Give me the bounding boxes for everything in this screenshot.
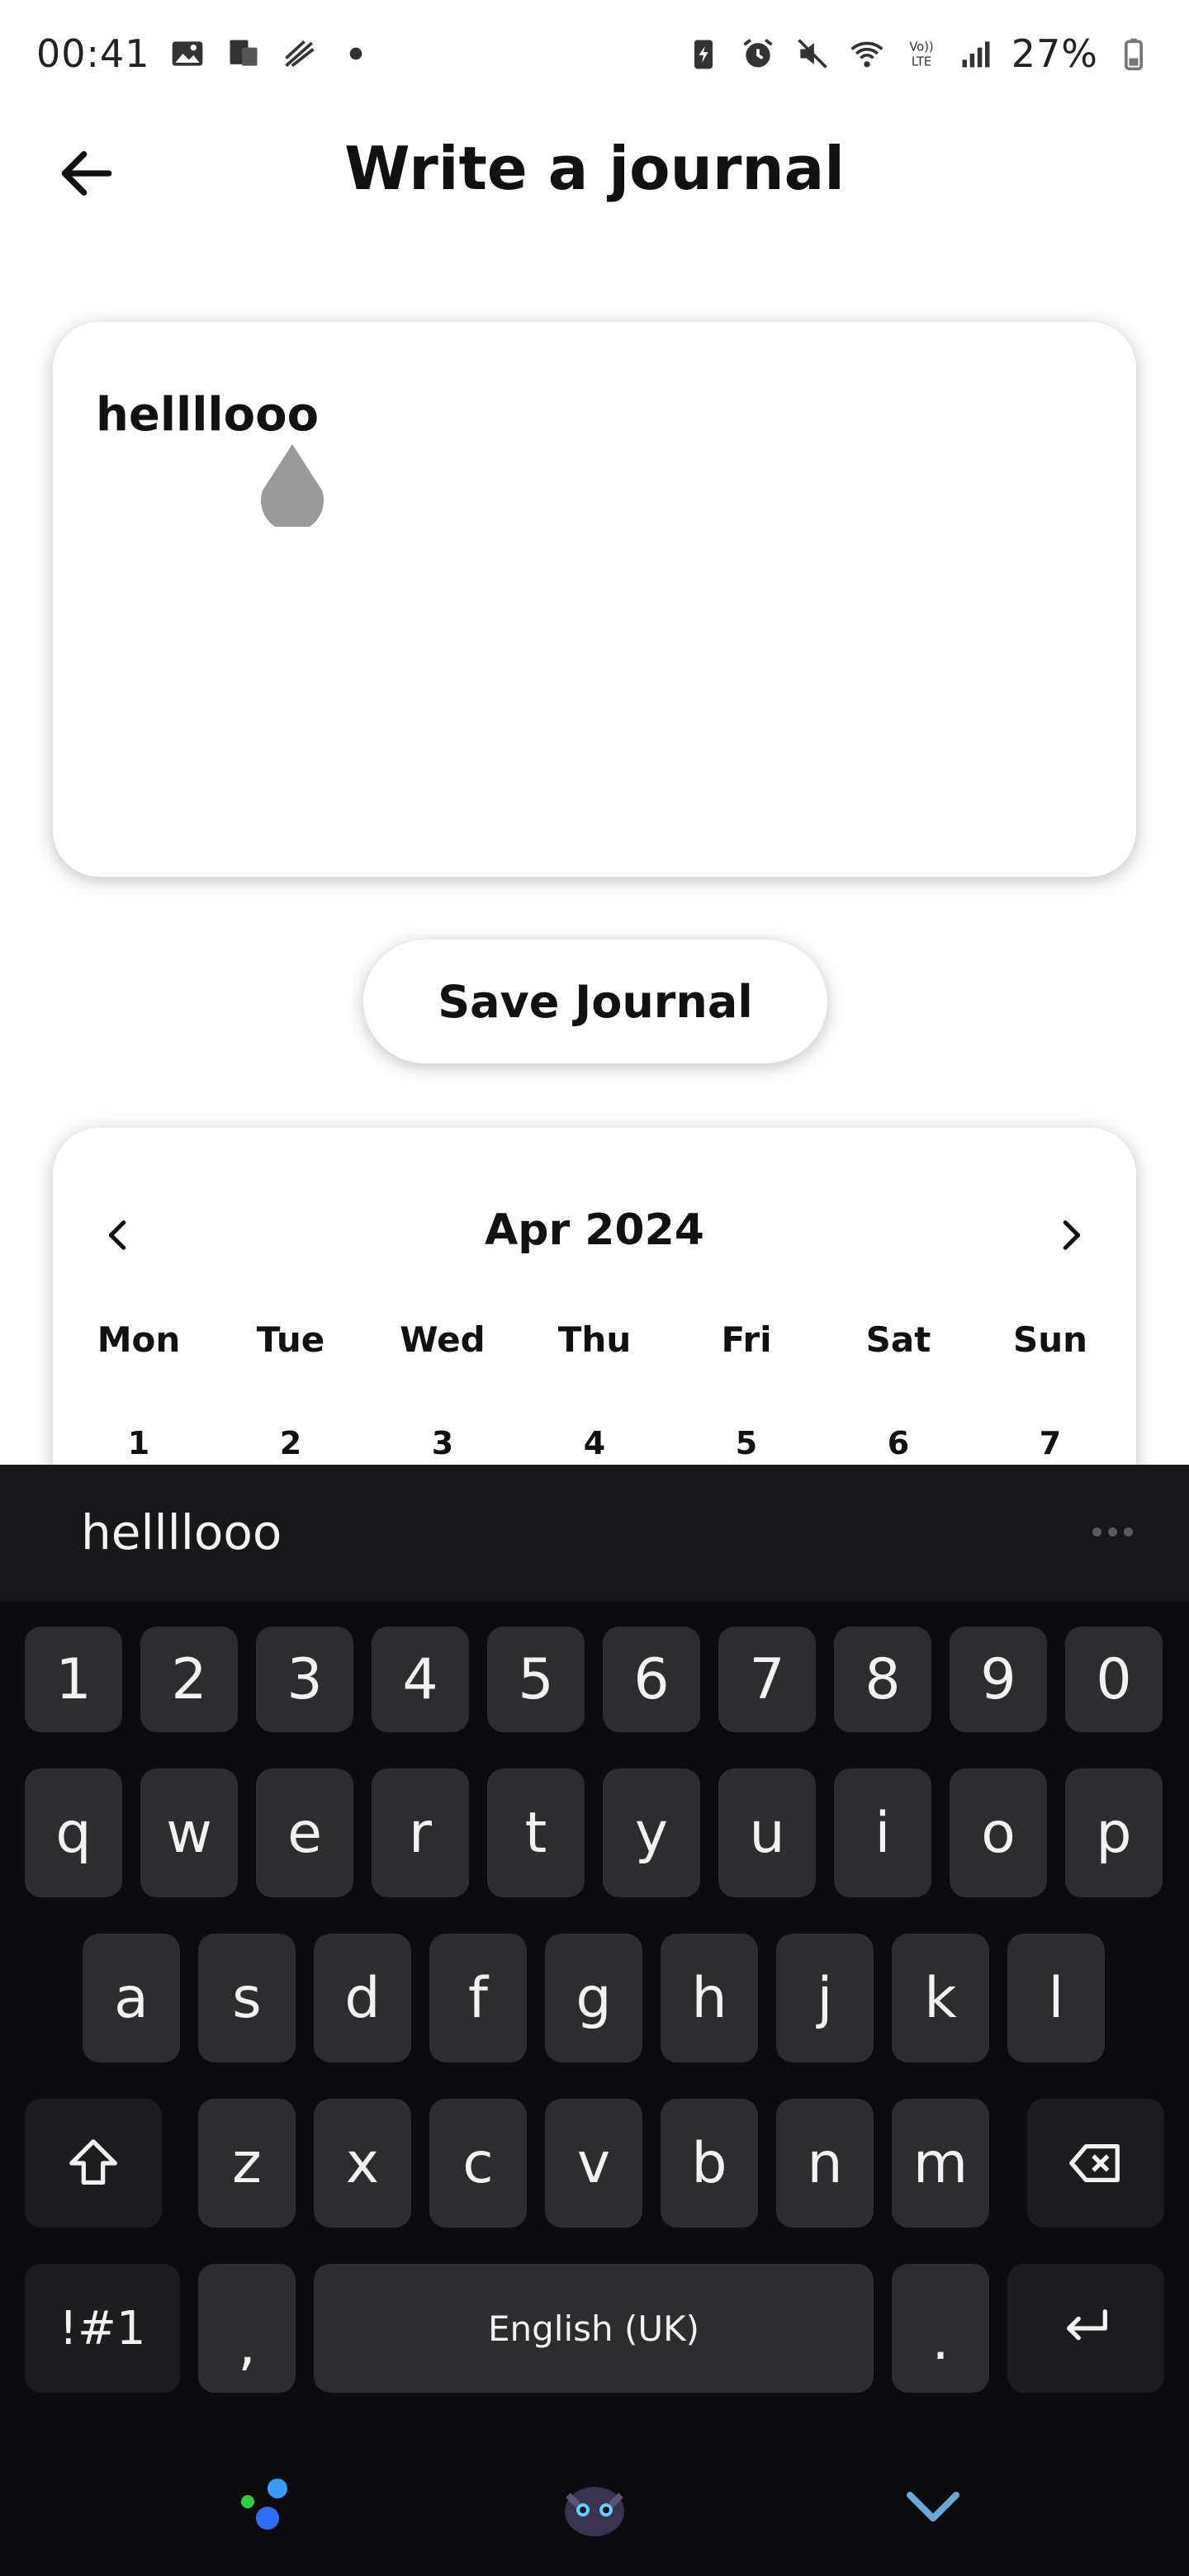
dot-icon xyxy=(337,35,375,73)
save-journal-button[interactable]: Save Journal xyxy=(363,940,827,1063)
soft-keyboard: hellllooo 1 2 3 4 5 6 7 8 9 0 q w e r t … xyxy=(0,1465,1189,2576)
calendar-day[interactable]: 2 xyxy=(215,1425,367,1461)
shift-icon xyxy=(69,2139,117,2185)
key-7[interactable]: 7 xyxy=(718,1627,816,1732)
suggestion-word[interactable]: hellllooo xyxy=(81,1504,282,1560)
key-w[interactable]: w xyxy=(140,1769,238,1897)
key-n[interactable]: n xyxy=(776,2099,874,2228)
key-p[interactable]: p xyxy=(1065,1769,1163,1897)
battery-saver-icon xyxy=(685,35,722,73)
page-title: Write a journal xyxy=(344,134,845,203)
more-options-icon[interactable] xyxy=(1083,1511,1141,1552)
enter-key[interactable] xyxy=(1007,2264,1164,2393)
mute-icon xyxy=(793,35,831,73)
key-8[interactable]: 8 xyxy=(834,1627,931,1732)
battery-percent: 27% xyxy=(1011,31,1098,76)
calendar-day[interactable]: 1 xyxy=(63,1425,215,1461)
suggestion-bar: hellllooo xyxy=(0,1465,1189,1602)
status-left: 00:41 xyxy=(36,31,375,76)
key-1[interactable]: 1 xyxy=(25,1627,122,1732)
key-s[interactable]: s xyxy=(198,1934,296,2062)
calendar-day[interactable]: 4 xyxy=(519,1425,670,1461)
status-bar: 00:41 Vo)) LTE 27% xyxy=(0,0,1189,107)
backspace-icon xyxy=(1069,2143,1120,2183)
alarm-icon xyxy=(739,35,777,73)
calendar-days: 1 2 3 4 5 6 7 xyxy=(53,1425,1136,1461)
key-c[interactable]: c xyxy=(429,2099,527,2228)
key-r[interactable]: r xyxy=(372,1769,469,1897)
weekday-label: Sat xyxy=(865,1319,931,1360)
cast-icon xyxy=(225,35,263,73)
status-right: Vo)) LTE 27% xyxy=(685,31,1153,76)
key-u[interactable]: u xyxy=(718,1769,816,1897)
status-time: 00:41 xyxy=(36,31,150,76)
svg-text:LTE: LTE xyxy=(912,55,931,69)
calendar-day[interactable]: 3 xyxy=(367,1425,519,1461)
comma-key[interactable]: , xyxy=(198,2264,296,2393)
key-9[interactable]: 9 xyxy=(950,1627,1047,1732)
svg-text:Vo)): Vo)) xyxy=(909,40,933,54)
key-f[interactable]: f xyxy=(429,1934,527,2062)
calendar-next-button[interactable] xyxy=(1037,1202,1103,1268)
key-v[interactable]: v xyxy=(545,2099,642,2228)
key-y[interactable]: y xyxy=(603,1769,700,1897)
volte-icon: Vo)) LTE xyxy=(902,35,940,73)
weekday-label: Sun xyxy=(1012,1319,1088,1360)
space-key[interactable]: English (UK) xyxy=(314,2264,874,2393)
key-i[interactable]: i xyxy=(834,1769,931,1897)
keyboard-bottom-bar xyxy=(0,2439,1189,2576)
calendar-day[interactable]: 5 xyxy=(670,1425,822,1461)
key-t[interactable]: t xyxy=(487,1769,585,1897)
period-key[interactable]: . xyxy=(892,2264,989,2393)
key-6[interactable]: 6 xyxy=(603,1627,700,1732)
key-5[interactable]: 5 xyxy=(487,1627,585,1732)
enter-icon xyxy=(1066,2308,1107,2341)
chevron-down-icon[interactable] xyxy=(892,2464,974,2546)
image-icon xyxy=(168,35,206,73)
backspace-key[interactable] xyxy=(1027,2099,1164,2228)
key-b[interactable]: b xyxy=(661,2099,758,2228)
journal-text-area[interactable]: hellllooo xyxy=(53,322,1136,877)
weekday-label: Tue xyxy=(256,1319,325,1360)
text-cursor-handle[interactable] xyxy=(258,444,327,533)
key-e[interactable]: e xyxy=(256,1769,353,1897)
calendar-day[interactable]: 7 xyxy=(974,1425,1126,1461)
key-4[interactable]: 4 xyxy=(372,1627,469,1732)
app-header: Write a journal xyxy=(0,116,1189,223)
journal-text[interactable]: hellllooo xyxy=(96,388,319,442)
key-l[interactable]: l xyxy=(1007,1934,1105,2062)
weekday-label: Fri xyxy=(721,1319,772,1360)
key-0[interactable]: 0 xyxy=(1065,1627,1163,1732)
calendar-weekdays: Mon Tue Wed Thu Fri Sat Sun xyxy=(53,1319,1136,1360)
chevron-right-icon xyxy=(1063,1220,1081,1250)
key-z[interactable]: z xyxy=(198,2099,296,2228)
key-q[interactable]: q xyxy=(25,1769,122,1897)
key-2[interactable]: 2 xyxy=(140,1627,238,1732)
signal-icon xyxy=(957,35,995,73)
key-k[interactable]: k xyxy=(892,1934,989,2062)
wifi-icon xyxy=(848,35,886,73)
weekday-label: Mon xyxy=(97,1319,181,1360)
key-a[interactable]: a xyxy=(83,1934,180,2062)
symbols-key[interactable]: !#1 xyxy=(25,2264,180,2393)
key-o[interactable]: o xyxy=(950,1769,1047,1897)
weekday-label: Thu xyxy=(557,1319,632,1360)
pen-icon xyxy=(281,35,319,73)
key-j[interactable]: j xyxy=(776,1934,874,2062)
shift-key[interactable] xyxy=(25,2099,162,2228)
sparkle-icon[interactable] xyxy=(223,2464,306,2546)
weekday-label: Wed xyxy=(400,1319,486,1360)
key-x[interactable]: x xyxy=(314,2099,411,2228)
calendar-month-label: Apr 2024 xyxy=(485,1205,704,1255)
key-d[interactable]: d xyxy=(314,1934,411,2062)
key-g[interactable]: g xyxy=(545,1934,642,2062)
key-m[interactable]: m xyxy=(892,2099,989,2228)
battery-icon xyxy=(1115,35,1153,73)
key-3[interactable]: 3 xyxy=(256,1627,353,1732)
calendar-header: Apr 2024 xyxy=(53,1128,1136,1318)
key-h[interactable]: h xyxy=(661,1934,758,2062)
dragon-avatar-icon[interactable] xyxy=(553,2464,636,2546)
calendar-day[interactable]: 6 xyxy=(822,1425,974,1461)
